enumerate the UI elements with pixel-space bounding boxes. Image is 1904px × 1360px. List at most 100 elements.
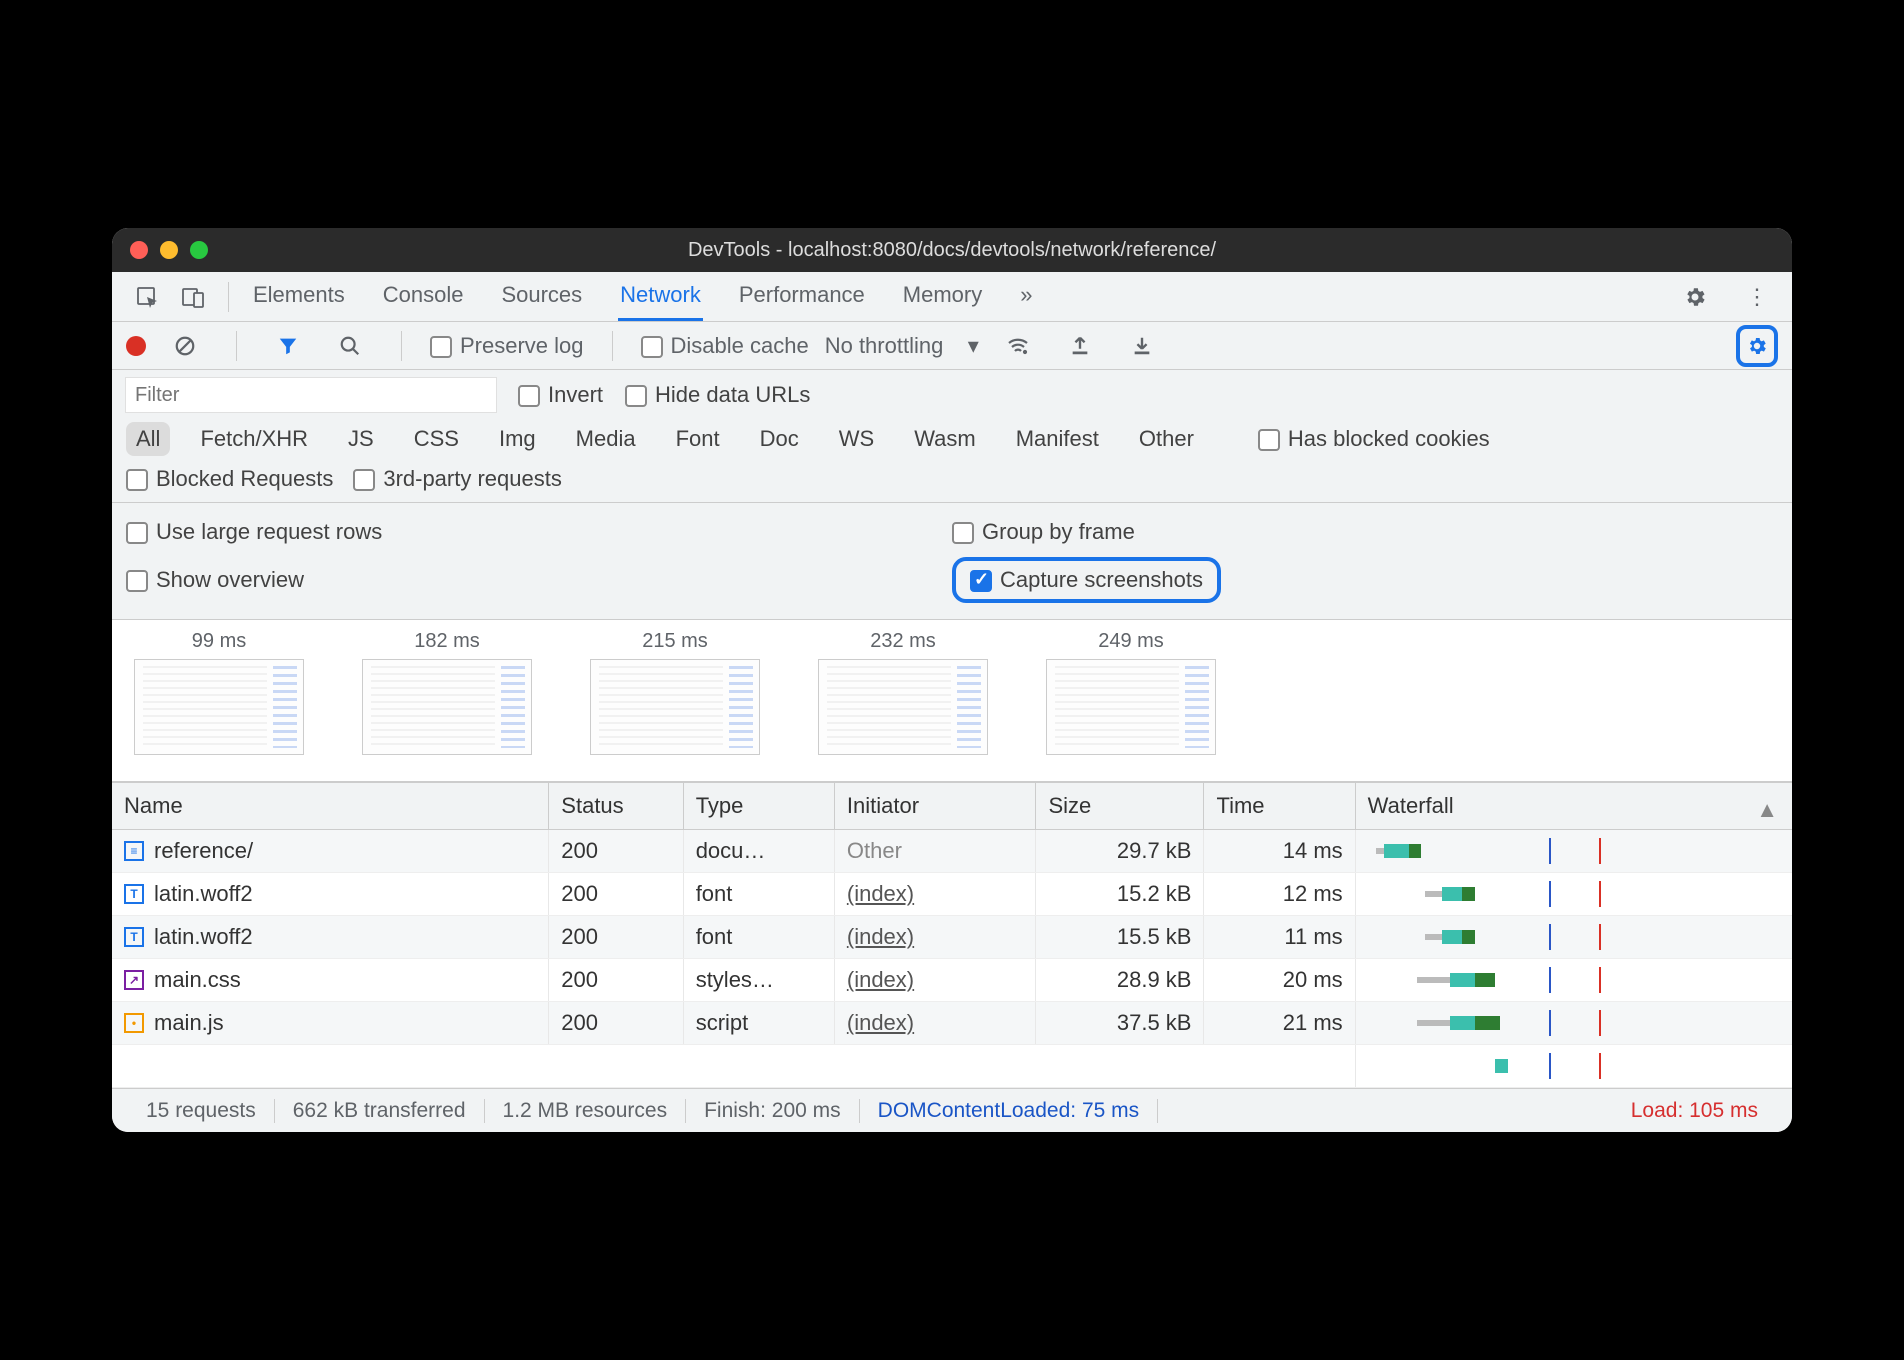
screenshot-thumb[interactable]: 232 ms	[818, 630, 988, 755]
col-status[interactable]: Status	[549, 783, 683, 830]
blocked-requests-checkbox[interactable]: Blocked Requests	[126, 466, 333, 492]
table-row[interactable]: Tlatin.woff2 200 font (index) 15.2 kB 12…	[112, 873, 1792, 916]
invert-checkbox[interactable]: Invert	[518, 382, 603, 408]
request-type: styles…	[683, 959, 834, 1002]
search-icon[interactable]	[333, 329, 367, 363]
col-size[interactable]: Size	[1036, 783, 1204, 830]
filter-type-img[interactable]: Img	[489, 422, 546, 456]
request-time: 14 ms	[1204, 830, 1355, 873]
filter-type-fetch[interactable]: Fetch/XHR	[190, 422, 318, 456]
has-blocked-cookies-checkbox[interactable]: Has blocked cookies	[1258, 426, 1490, 452]
font-icon: T	[124, 927, 144, 947]
divider	[236, 331, 237, 361]
tab-performance[interactable]: Performance	[737, 272, 867, 321]
request-status: 200	[549, 873, 683, 916]
filter-type-manifest[interactable]: Manifest	[1006, 422, 1109, 456]
initiator-link[interactable]: (index)	[847, 1010, 914, 1035]
network-options: Use large request rows Group by frame Sh…	[112, 503, 1792, 620]
window-title: DevTools - localhost:8080/docs/devtools/…	[112, 239, 1792, 262]
request-name: main.css	[154, 967, 241, 993]
filter-type-ws[interactable]: WS	[829, 422, 884, 456]
third-party-checkbox[interactable]: 3rd-party requests	[353, 466, 562, 492]
capture-screenshots-checkbox[interactable]: Capture screenshots	[970, 567, 1203, 593]
col-time[interactable]: Time	[1204, 783, 1355, 830]
request-time: 20 ms	[1204, 959, 1355, 1002]
initiator-link[interactable]: (index)	[847, 967, 914, 992]
network-settings-icon[interactable]	[1736, 325, 1778, 367]
table-row[interactable]: ↗main.css 200 styles… (index) 28.9 kB 20…	[112, 959, 1792, 1002]
waterfall-bar	[1368, 881, 1780, 907]
filter-type-all[interactable]: All	[126, 422, 170, 456]
tab-sources[interactable]: Sources	[499, 272, 584, 321]
initiator-link[interactable]: (index)	[847, 924, 914, 949]
col-initiator[interactable]: Initiator	[834, 783, 1036, 830]
request-status: 200	[549, 916, 683, 959]
filter-input[interactable]	[126, 378, 496, 412]
divider	[612, 331, 613, 361]
col-waterfall[interactable]: Waterfall▲	[1355, 783, 1792, 830]
export-har-icon[interactable]	[1125, 329, 1159, 363]
col-type[interactable]: Type	[683, 783, 834, 830]
tab-network[interactable]: Network	[618, 272, 703, 321]
filter-area: Invert Hide data URLs All Fetch/XHR JS C…	[112, 370, 1792, 503]
clear-button[interactable]	[168, 329, 202, 363]
hide-data-urls-checkbox[interactable]: Hide data URLs	[625, 382, 810, 408]
screenshot-thumb[interactable]: 249 ms	[1046, 630, 1216, 755]
tab-memory[interactable]: Memory	[901, 272, 984, 321]
group-by-frame-checkbox[interactable]: Group by frame	[952, 519, 1135, 545]
screenshot-thumb[interactable]: 215 ms	[590, 630, 760, 755]
filter-toggle-icon[interactable]	[271, 329, 305, 363]
initiator-text: Other	[847, 838, 902, 863]
table-row[interactable]: Tlatin.woff2 200 font (index) 15.5 kB 11…	[112, 916, 1792, 959]
import-har-icon[interactable]	[1063, 329, 1097, 363]
settings-gear-icon[interactable]	[1678, 280, 1712, 314]
disable-cache-checkbox[interactable]: Disable cache	[641, 333, 809, 359]
stylesheet-icon: ↗	[124, 970, 144, 990]
waterfall-bar	[1368, 838, 1780, 864]
filter-type-font[interactable]: Font	[666, 422, 730, 456]
show-overview-checkbox[interactable]: Show overview	[126, 567, 304, 593]
filter-type-doc[interactable]: Doc	[750, 422, 809, 456]
third-party-label: 3rd-party requests	[383, 466, 562, 491]
request-type: font	[683, 873, 834, 916]
filter-type-css[interactable]: CSS	[404, 422, 469, 456]
inspect-element-icon[interactable]	[130, 280, 164, 314]
preserve-log-checkbox[interactable]: Preserve log	[430, 333, 584, 359]
hide-data-urls-label: Hide data URLs	[655, 382, 810, 407]
request-time: 11 ms	[1204, 916, 1355, 959]
screenshot-thumb[interactable]: 182 ms	[362, 630, 532, 755]
throttling-select[interactable]: No throttling ▾	[825, 333, 979, 359]
sort-indicator-icon: ▲	[1756, 797, 1778, 823]
large-rows-checkbox[interactable]: Use large request rows	[126, 519, 382, 545]
request-name: reference/	[154, 838, 253, 864]
status-load: Load: 105 ms	[1613, 1099, 1776, 1123]
filter-type-js[interactable]: JS	[338, 422, 384, 456]
col-name[interactable]: Name	[112, 783, 549, 830]
tab-elements[interactable]: Elements	[251, 272, 347, 321]
initiator-link[interactable]: (index)	[847, 881, 914, 906]
tabs-overflow-icon[interactable]: »	[1018, 272, 1034, 321]
status-resources: 1.2 MB resources	[485, 1099, 686, 1123]
show-overview-label: Show overview	[156, 567, 304, 592]
screenshot-thumb[interactable]: 99 ms	[134, 630, 304, 755]
screenshot-ts: 215 ms	[590, 630, 760, 653]
script-icon: •	[124, 1013, 144, 1033]
filter-type-other[interactable]: Other	[1129, 422, 1204, 456]
status-finish: Finish: 200 ms	[686, 1099, 859, 1123]
table-row[interactable]: ≡reference/ 200 docu… Other 29.7 kB 14 m…	[112, 830, 1792, 873]
record-button[interactable]	[126, 336, 146, 356]
network-conditions-icon[interactable]	[1001, 329, 1035, 363]
large-rows-label: Use large request rows	[156, 519, 382, 544]
device-toggle-icon[interactable]	[176, 280, 210, 314]
blocked-requests-label: Blocked Requests	[156, 466, 333, 491]
filter-type-media[interactable]: Media	[566, 422, 646, 456]
disable-cache-label: Disable cache	[671, 333, 809, 358]
tab-console[interactable]: Console	[381, 272, 466, 321]
capture-screenshots-highlight: Capture screenshots	[952, 557, 1221, 603]
status-domcontentloaded: DOMContentLoaded: 75 ms	[860, 1099, 1157, 1123]
more-menu-icon[interactable]: ⋮	[1740, 280, 1774, 314]
filter-type-wasm[interactable]: Wasm	[904, 422, 986, 456]
request-name: latin.woff2	[154, 881, 253, 907]
document-icon: ≡	[124, 841, 144, 861]
table-row[interactable]: •main.js 200 script (index) 37.5 kB 21 m…	[112, 1002, 1792, 1045]
